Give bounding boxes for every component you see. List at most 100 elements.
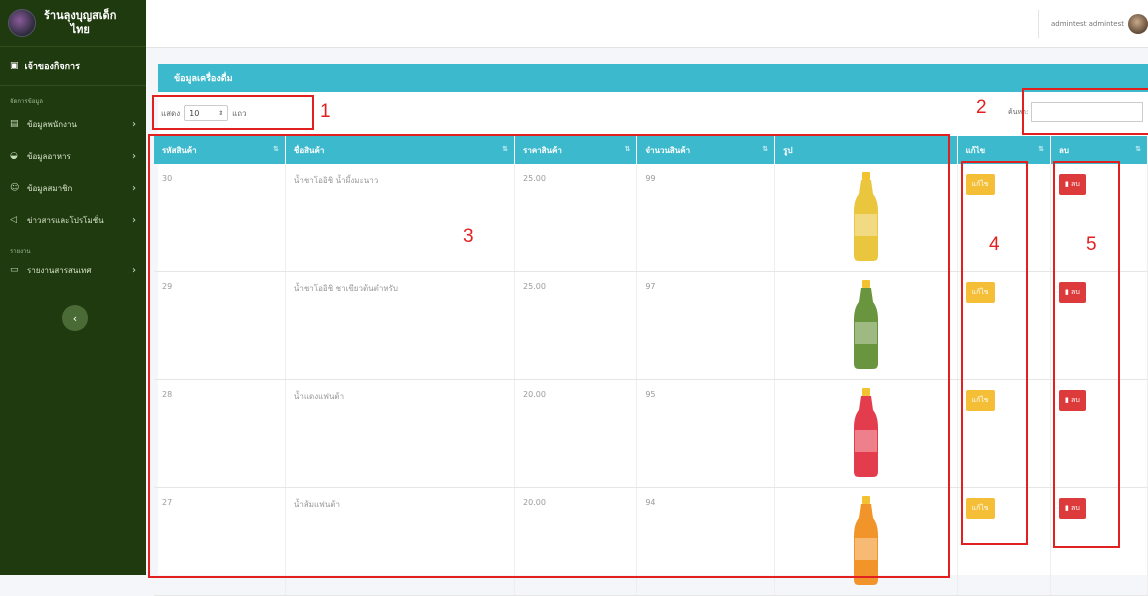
delete-label: ลบ xyxy=(1071,504,1080,512)
edit-button[interactable]: แก้ไข xyxy=(965,498,995,519)
cell-edit: แก้ไข xyxy=(957,379,1051,488)
select-arrows-icon: ⇕ xyxy=(218,109,224,117)
sidebar-item-label: เจ้าของกิจการ xyxy=(24,62,80,72)
brand[interactable]: ร้านลุงบุญสเด็ก ไทย xyxy=(0,0,146,47)
folder-icon: ▭ xyxy=(10,265,19,275)
page-length-select[interactable]: 10 ⇕ xyxy=(184,105,229,121)
cell-quantity: 99 xyxy=(636,164,776,272)
sort-icon: ⇅ xyxy=(1038,145,1044,153)
sort-icon: ⇅ xyxy=(762,145,769,153)
sidebar-item-owner[interactable]: ▣ เจ้าของกิจการ xyxy=(0,47,146,86)
sidebar-section-label: รายงาน xyxy=(10,248,31,255)
chevron-right-icon: › xyxy=(132,182,136,194)
chevron-right-icon: › xyxy=(132,264,136,276)
table-row: 27 น้ำส้มแฟนต้า 20.00 94 แก้ไข ▮ ลบ xyxy=(154,487,1148,596)
sidebar-item-food[interactable]: ◒ ข้อมูลอาหาร › xyxy=(0,140,146,172)
cell-edit: แก้ไข xyxy=(957,271,1051,380)
dish-icon: ◒ xyxy=(10,151,18,161)
sidebar-collapse-button[interactable]: ‹ xyxy=(62,305,88,331)
edit-button[interactable]: แก้ไข xyxy=(965,390,995,411)
panel-title: ข้อมูลเครื่องดื่ม xyxy=(158,64,1148,92)
cell-delete: ▮ ลบ xyxy=(1050,487,1148,596)
cell-edit: แก้ไข xyxy=(957,487,1051,596)
delete-button[interactable]: ▮ ลบ xyxy=(1058,174,1086,195)
cell-price: 25.00 xyxy=(514,164,638,272)
annotation-number: 3 xyxy=(463,226,474,247)
header-image: รูป xyxy=(774,136,958,164)
table-controls: แสดง 10 ⇕ แถว ค้นหา: xyxy=(158,92,1148,128)
sidebar-item-report[interactable]: ▭ รายงานสารสนเทศ › xyxy=(0,258,146,282)
delete-button[interactable]: ▮ ลบ xyxy=(1058,390,1086,411)
sidebar-item-label: ข้อมูลพนักงาน xyxy=(27,119,77,129)
sidebar-item-news[interactable]: ◁ ข่าวสารและโปรโมชั่น › xyxy=(0,204,146,236)
chevron-left-icon: ‹ xyxy=(72,311,78,325)
header-quantity[interactable]: จำนวนสินค้า ⇅ xyxy=(636,136,776,164)
cell-delete: ▮ ลบ xyxy=(1050,271,1148,380)
search-label: ค้นหา: xyxy=(1008,107,1029,116)
cell-product-name: น้ำแดงแฟนต้า xyxy=(285,379,516,488)
search-input[interactable] xyxy=(1031,102,1144,122)
length-prefix: แสดง xyxy=(161,108,181,118)
annotation-number: 4 xyxy=(989,234,1000,255)
search-control: ค้นหา: xyxy=(1008,102,1144,122)
cell-product-id: 27 xyxy=(154,487,286,596)
bottle-image xyxy=(853,280,878,369)
header-product-id[interactable]: รหัสสินค้า ⇅ xyxy=(154,136,286,164)
cell-image xyxy=(774,379,958,488)
sort-icon: ⇅ xyxy=(624,145,631,153)
table-row: 29 น้ำชาโออิชิ ชาเขียวต้นตำหรับ 25.00 97 แก้… xyxy=(154,271,1148,380)
cell-price: 20.00 xyxy=(514,379,638,488)
cell-product-id: 29 xyxy=(154,271,286,380)
cell-image xyxy=(774,487,958,596)
cell-image xyxy=(774,271,958,380)
sidebar-item-label: ข้อมูลอาหาร xyxy=(27,151,71,161)
sidebar-item-label: รายงานสารสนเทศ xyxy=(27,265,92,275)
bottle-image xyxy=(853,388,878,477)
store-logo-icon xyxy=(8,9,36,37)
user-name: admintest admintest xyxy=(1051,20,1124,28)
edit-button[interactable]: แก้ไข xyxy=(965,174,995,195)
megaphone-icon: ◁ xyxy=(10,215,17,225)
cell-price: 20.00 xyxy=(514,487,638,596)
sidebar: ร้านลุงบุญสเด็ก ไทย ▣ เจ้าของกิจการ จัดก… xyxy=(0,0,146,575)
delete-label: ลบ xyxy=(1071,288,1080,296)
sidebar-item-employees[interactable]: ▤ ข้อมูลพนักงาน › xyxy=(0,108,146,140)
topbar: admintest admintest xyxy=(146,0,1148,48)
page-length-control: แสดง 10 ⇕ แถว xyxy=(161,105,247,121)
cell-product-id: 28 xyxy=(154,379,286,488)
cell-price: 25.00 xyxy=(514,271,638,380)
chevron-right-icon: › xyxy=(132,118,136,130)
cell-delete: ▮ ลบ xyxy=(1050,164,1148,272)
cell-image xyxy=(774,164,958,272)
annotation-number: 5 xyxy=(1086,234,1097,255)
id-card-icon: ▣ xyxy=(10,61,19,71)
delete-button[interactable]: ▮ ลบ xyxy=(1058,498,1086,519)
header-delete[interactable]: ลบ ⇅ xyxy=(1050,136,1148,164)
delete-button[interactable]: ▮ ลบ xyxy=(1058,282,1086,303)
sidebar-item-label: ข่าวสารและโปรโมชั่น xyxy=(27,215,104,225)
sidebar-item-members[interactable]: ☺ ข้อมูลสมาชิก › xyxy=(0,172,146,204)
edit-button[interactable]: แก้ไข xyxy=(965,282,995,303)
bottle-image xyxy=(853,172,878,261)
chevron-right-icon: › xyxy=(132,214,136,226)
delete-label: ลบ xyxy=(1071,396,1080,404)
cell-quantity: 97 xyxy=(636,271,776,380)
users-icon: ☺ xyxy=(10,183,20,193)
cell-product-id: 30 xyxy=(154,164,286,272)
cell-edit: แก้ไข xyxy=(957,164,1051,272)
header-product-name[interactable]: ชื่อสินค้า ⇅ xyxy=(285,136,516,164)
header-edit[interactable]: แก้ไข ⇅ xyxy=(957,136,1051,164)
sort-icon: ⇅ xyxy=(1135,145,1141,153)
annotation-number: 1 xyxy=(320,101,331,122)
brand-name: ร้านลุงบุญสเด็ก ไทย xyxy=(44,9,117,36)
id-card-icon: ▤ xyxy=(10,119,19,129)
sidebar-section-label: จัดการข้อมูล xyxy=(10,98,43,105)
user-menu[interactable]: admintest admintest xyxy=(1038,10,1148,38)
page-length-value: 10 xyxy=(189,108,200,118)
length-suffix: แถว xyxy=(232,108,247,118)
header-price[interactable]: ราคาสินค้า ⇅ xyxy=(514,136,638,164)
table-row: 28 น้ำแดงแฟนต้า 20.00 95 แก้ไข ▮ ลบ xyxy=(154,379,1148,488)
annotation-number: 2 xyxy=(976,97,987,118)
chevron-right-icon: › xyxy=(132,150,136,162)
drinks-table: รหัสสินค้า ⇅ ชื่อสินค้า ⇅ ราคาสินค้า ⇅ จำนว… xyxy=(154,136,1148,596)
